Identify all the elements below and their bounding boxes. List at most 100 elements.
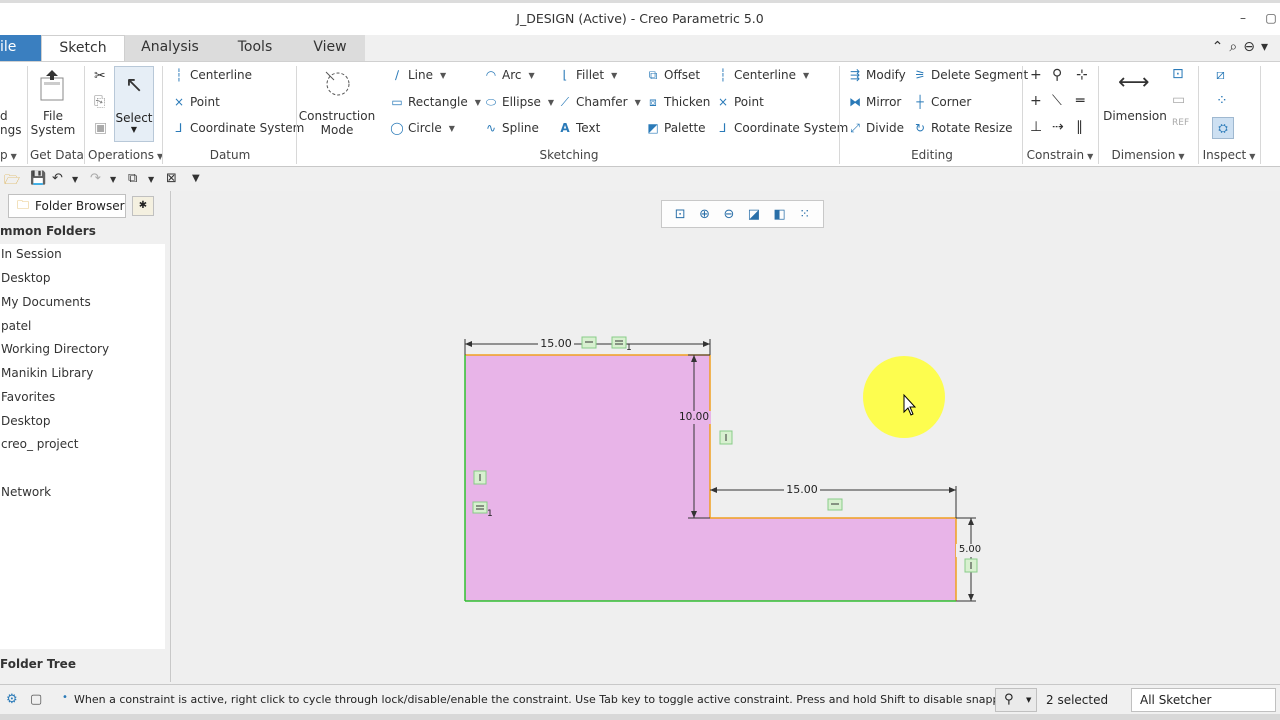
tab-view[interactable]: View: [295, 35, 365, 61]
find-button[interactable]: ⚲ ▼: [995, 688, 1037, 712]
collapse-ribbon-icon[interactable]: ⌃: [1212, 39, 1230, 55]
redo-icon[interactable]: ↷: [90, 171, 101, 186]
regenerate-dropdown-icon[interactable]: ▼: [148, 175, 154, 184]
list-item[interactable]: Manikin Library: [1, 366, 93, 380]
datum-centerline-button[interactable]: ┆ Centerline: [172, 68, 252, 82]
dimension-button[interactable]: Dimension: [1102, 109, 1168, 123]
help-icon[interactable]: ⊖: [1243, 39, 1261, 55]
list-item[interactable]: In Session: [1, 247, 62, 261]
tab-analysis[interactable]: Analysis: [125, 35, 215, 61]
graphics-area[interactable]: ⊡ ⊕ ⊖ ◪ ◧ ⁙ 15.00 10.00 15.00 5.00 1 1: [172, 191, 1280, 684]
shade-closed-loops-icon[interactable]: ⛭: [1212, 117, 1234, 139]
undo-dropdown-icon[interactable]: ▼: [72, 175, 78, 184]
tab-sketch[interactable]: Sketch: [41, 35, 125, 61]
constrain-symmetric-icon[interactable]: ⇢: [1052, 119, 1064, 135]
circle-button[interactable]: ◯ Circle ▼: [390, 121, 455, 135]
dimension-icon[interactable]: ⟷: [1118, 70, 1150, 95]
search-icon[interactable]: ⌕: [1229, 39, 1243, 55]
constrain-midpoint-icon[interactable]: ⊹: [1076, 67, 1088, 83]
corner-button[interactable]: ┼ Corner: [913, 95, 971, 109]
divide-button[interactable]: ⤢ Divide: [848, 121, 904, 135]
separator: [1022, 66, 1023, 164]
list-item[interactable]: creo_ project: [1, 437, 78, 451]
datum-point-button[interactable]: × Point: [172, 95, 220, 109]
thicken-button[interactable]: ⧈ Thicken: [646, 95, 710, 109]
dimension-height[interactable]: 10.00: [677, 411, 711, 423]
undo-icon[interactable]: ↶: [52, 171, 63, 186]
message-log-icon[interactable]: ⚙: [6, 692, 18, 707]
sketch-point-button[interactable]: × Point: [716, 95, 764, 109]
selection-filter[interactable]: All Sketcher: [1131, 688, 1276, 712]
constrain-horizontal-icon[interactable]: +: [1030, 93, 1042, 109]
constrain-vertical-icon[interactable]: +: [1030, 67, 1042, 83]
mirror-button[interactable]: ⧓ Mirror: [848, 95, 901, 109]
arc-button[interactable]: ◠ Arc ▼: [484, 68, 535, 82]
reference-icon[interactable]: REF: [1172, 118, 1189, 128]
perimeter-icon[interactable]: ▭: [1172, 92, 1185, 108]
list-item[interactable]: Favorites: [1, 390, 55, 404]
fillet-button[interactable]: ⌊ Fillet ▼: [558, 68, 618, 82]
list-item[interactable]: My Documents: [1, 295, 91, 309]
rectangle-button[interactable]: ▭ Rectangle ▼: [390, 95, 481, 109]
constrain-equal-icon[interactable]: ═: [1076, 93, 1084, 109]
palette-button[interactable]: ◩ Palette: [646, 121, 705, 135]
rotate-resize-button[interactable]: ↻ Rotate Resize: [913, 121, 1013, 135]
equal-constraint-icon[interactable]: [472, 501, 488, 514]
minimize-icon[interactable]: –: [1236, 11, 1250, 25]
list-item[interactable]: Desktop: [1, 414, 51, 428]
paste-icon[interactable]: ▣: [94, 120, 107, 136]
regenerate-icon[interactable]: ⧉: [128, 171, 137, 186]
constrain-perpendicular-icon[interactable]: ⊥: [1030, 119, 1042, 135]
dimension-step-width[interactable]: 15.00: [784, 483, 820, 496]
redo-dropdown-icon[interactable]: ▼: [110, 175, 116, 184]
open-folder-icon[interactable]: 🗁: [4, 171, 20, 193]
tab-tools[interactable]: Tools: [215, 35, 295, 61]
select-button[interactable]: ↖ Select ▼: [114, 66, 154, 142]
folder-tree-header[interactable]: Folder Tree: [0, 657, 76, 671]
cut-icon[interactable]: ✂: [94, 68, 106, 84]
ellipse-button[interactable]: ⬭ Ellipse ▼: [484, 95, 554, 109]
copy-icon[interactable]: ⎘: [94, 94, 105, 110]
dropdown-icon[interactable]: ▾: [1261, 39, 1274, 55]
chamfer-button[interactable]: ⟋ Chamfer ▼: [558, 95, 641, 109]
group-label-operations: Operations ▼: [88, 148, 164, 162]
close-window-icon[interactable]: ⊠: [166, 171, 177, 186]
constrain-parallel-icon[interactable]: ∥: [1076, 119, 1083, 135]
tab-file[interactable]: ile: [0, 35, 41, 61]
cut-button-label[interactable]: d ngs: [0, 109, 21, 137]
modify-button[interactable]: ⇶ Modify: [848, 68, 906, 82]
sketch-coordinate-system-button[interactable]: ⅃ Coordinate System: [716, 121, 849, 135]
construction-mode-button[interactable]: Construction Mode: [298, 109, 376, 137]
list-item[interactable]: Desktop: [1, 271, 51, 285]
baseline-icon[interactable]: ⊡: [1172, 66, 1184, 82]
sketch-centerline-button[interactable]: ┆ Centerline ▼: [716, 68, 809, 82]
overlapping-geometry-icon[interactable]: ⧄: [1216, 67, 1225, 83]
file-system-button[interactable]: File System: [30, 109, 76, 137]
constrain-tangent-icon[interactable]: ⚲: [1052, 67, 1062, 83]
delete-segment-button[interactable]: ⚞ Delete Segment: [913, 68, 1029, 82]
dimension-step-height[interactable]: 5.00: [956, 544, 984, 555]
text-button[interactable]: A Text: [558, 121, 600, 135]
rectangle-icon: ▭: [391, 95, 403, 109]
list-item[interactable]: Working Directory: [1, 342, 109, 356]
spline-button[interactable]: ∿ Spline: [484, 121, 539, 135]
list-item[interactable]: patel: [1, 319, 31, 333]
line-button[interactable]: ∕ Line ▼: [390, 68, 446, 82]
separator: [1098, 66, 1099, 164]
dimension-top-width[interactable]: 15.00: [538, 337, 574, 350]
folder-browser-tab[interactable]: 🗀 Folder Browser: [8, 194, 126, 218]
file-system-icon[interactable]: [38, 68, 68, 102]
customize-toolbar-icon[interactable]: ▼: [192, 173, 200, 184]
maximize-icon[interactable]: ▢: [1264, 11, 1278, 25]
construction-mode-icon[interactable]: [322, 68, 352, 98]
save-icon[interactable]: 💾: [30, 171, 46, 186]
constrain-coincident-icon[interactable]: ⟍: [1052, 93, 1062, 109]
point-icon: ×: [173, 95, 185, 109]
equal-constraint-icon[interactable]: [611, 336, 627, 349]
offset-button[interactable]: ⧉ Offset: [646, 68, 700, 82]
list-item[interactable]: Network: [1, 485, 51, 499]
datum-coordinate-system-button[interactable]: ⅃ Coordinate System: [172, 121, 305, 135]
favorites-button[interactable]: ✱: [132, 196, 154, 216]
full-screen-icon[interactable]: ▢: [30, 692, 42, 707]
highlight-open-ends-icon[interactable]: ⁘: [1216, 93, 1228, 109]
